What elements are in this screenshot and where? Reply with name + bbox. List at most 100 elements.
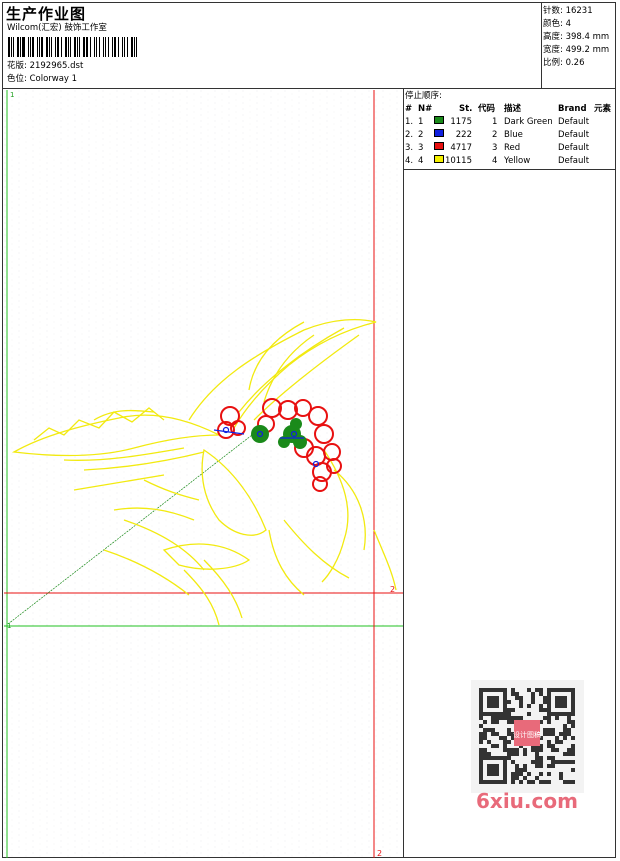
qr-module (551, 764, 555, 768)
qr-module (571, 724, 575, 728)
barcode-bar (121, 37, 123, 57)
barcode-bar (45, 37, 48, 57)
qr-module (559, 760, 563, 764)
qr-module (511, 760, 515, 764)
qr-module (503, 740, 507, 744)
header-divider (541, 2, 542, 88)
stop-sequence-row: 2. 2 222 2 Blue Default (404, 129, 616, 142)
qr-module (531, 748, 535, 752)
row-code: 3 (492, 143, 498, 153)
qr-module (547, 772, 551, 776)
qr-module (507, 748, 511, 752)
qr-module (511, 688, 515, 692)
green-center (290, 418, 302, 430)
table-body: 1. 1 1175 1 Dark Green Default 2. 2 222 2 Blue Defa… (404, 116, 616, 168)
row-stitches: 4717 (450, 143, 472, 153)
qr-module (507, 712, 511, 716)
qr-module (507, 752, 511, 756)
qr-module (567, 760, 571, 764)
row-index: 1. (405, 117, 414, 127)
col-code: 代码 (478, 104, 496, 114)
barcode-bar (22, 37, 25, 57)
qr-module (511, 772, 515, 776)
qr-module (491, 732, 495, 736)
qr-module (479, 724, 483, 728)
stop-sequence-title-text: 停止顺序: (405, 91, 442, 101)
qr-module (499, 716, 503, 720)
row-number: 3 (418, 143, 424, 153)
barcode-bar (113, 37, 117, 57)
barcode-bar (70, 37, 72, 57)
qr-module (567, 780, 571, 784)
qr-module (535, 688, 539, 692)
qr-module (483, 720, 487, 724)
qr-module (487, 740, 491, 744)
qr-module (519, 768, 523, 772)
barcode-bar (76, 37, 78, 57)
qr-module (551, 744, 555, 748)
col-stitches: St. (459, 104, 473, 114)
row-code: 1 (492, 117, 498, 127)
qr-module (559, 732, 563, 736)
qr-module (531, 692, 535, 696)
qr-module (567, 732, 571, 736)
qr-module (555, 748, 559, 752)
col-description: 描述 (504, 104, 522, 114)
frame-marker-bottom: 2 (377, 849, 382, 858)
qr-module (483, 748, 487, 752)
barcode-bar (79, 37, 81, 57)
qr-module (543, 728, 547, 732)
qr-module (479, 748, 483, 752)
table-bottom-rule (403, 169, 616, 170)
qr-module (519, 700, 523, 704)
qr-module (547, 764, 551, 768)
row-index: 3. (405, 143, 414, 153)
qr-module (523, 776, 527, 780)
stop-sequence-row: 4. 4 10115 4 Yellow Default (404, 155, 616, 168)
barcode-bar (85, 37, 89, 57)
header-bottom-rule (2, 88, 616, 89)
design-file-name: 2192965.dst (29, 61, 84, 71)
qr-module (571, 760, 575, 764)
qr-module (487, 752, 491, 756)
qr-module (527, 772, 531, 776)
qr-module (539, 772, 543, 776)
qr-module (491, 720, 495, 724)
qr-module (515, 752, 519, 756)
qr-module (539, 780, 543, 784)
qr-module (527, 704, 531, 708)
row-brand: Default (558, 156, 590, 166)
qr-module (543, 696, 547, 700)
qr-module (515, 696, 519, 700)
colorway-label-text: 色位: (7, 74, 27, 84)
barcode-bar (48, 37, 50, 57)
qr-module (527, 688, 531, 692)
qr-module (551, 732, 555, 736)
barcode-bar (61, 37, 62, 57)
color-swatch (434, 155, 444, 163)
qr-module (543, 700, 547, 704)
qr-module (515, 692, 519, 696)
qr-module (539, 708, 543, 712)
barcode-bar (8, 37, 10, 57)
design-width: 宽度: 499.2 mm (543, 45, 610, 55)
qr-module (539, 748, 543, 752)
colorway-label: 色位: Colorway 1 (7, 74, 77, 85)
qr-module (551, 760, 555, 764)
qr-module (503, 744, 507, 748)
qr-module (531, 696, 535, 700)
qr-module (503, 748, 507, 752)
qr-module (543, 708, 547, 712)
green-center (293, 435, 307, 449)
barcode-bar (41, 37, 43, 57)
qr-module (527, 712, 531, 716)
qr-module (519, 696, 523, 700)
qr-module (511, 776, 515, 780)
design-label: 花版: 2192965.dst (7, 61, 83, 72)
barcode-bar (56, 37, 60, 57)
barcode-bar (83, 37, 85, 57)
qr-module (563, 780, 567, 784)
qr-module (511, 692, 515, 696)
qr-module (563, 724, 567, 728)
row-description: Red (504, 143, 521, 153)
